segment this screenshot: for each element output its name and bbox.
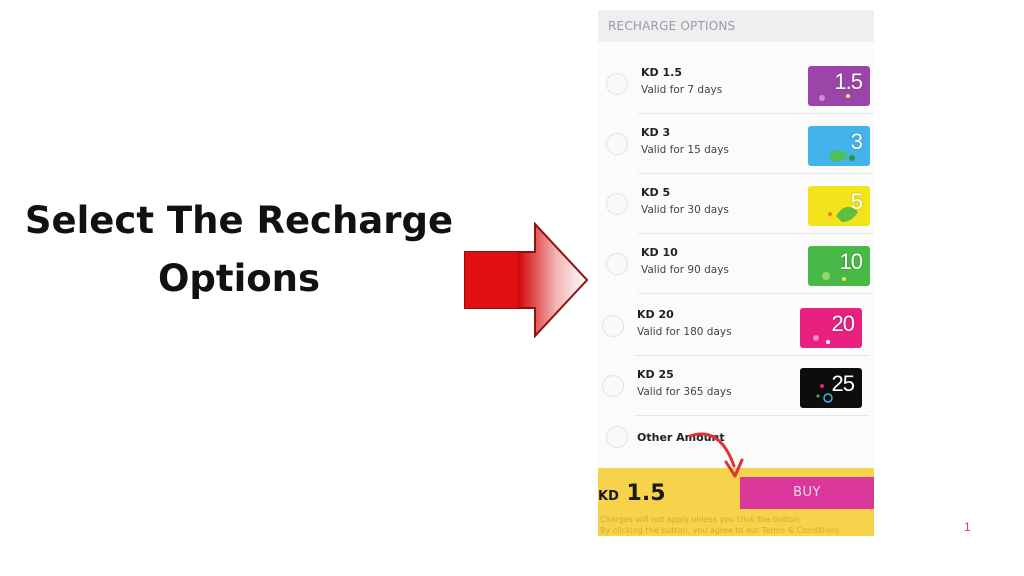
card-number: 5 [850,189,863,214]
radio-button[interactable] [606,426,628,448]
recharge-card-image: 3 [808,126,870,166]
section-header: RECHARGE OPTIONS [598,10,874,42]
card-number: 10 [839,249,864,274]
option-validity: Valid for 30 days [641,204,729,216]
card-number: 1.5 [834,69,863,94]
card-number: 3 [850,129,863,154]
option-kd-20[interactable]: KD 20 Valid for 180 days 20 [598,296,870,356]
option-title: KD 3 [641,126,671,139]
recharge-card-image: 25 [800,368,862,408]
option-kd-1-5[interactable]: KD 1.5 Valid for 7 days 1.5 [598,54,874,114]
radio-button[interactable] [602,375,624,397]
total-amount: KD 1.5 [598,481,666,506]
option-validity: Valid for 7 days [641,84,723,96]
radio-button[interactable] [602,315,624,337]
option-kd-25[interactable]: KD 25 Valid for 365 days 25 [598,356,870,416]
radio-button[interactable] [606,133,628,155]
page-number: 1 [964,520,971,534]
divider [638,293,874,294]
option-title: KD 1.5 [641,66,682,79]
curved-arrow-annotation [688,432,744,478]
option-validity: Valid for 90 days [641,264,729,276]
recharge-card-image: 1.5 [808,66,870,106]
option-title: KD 25 [637,368,674,381]
recharge-card-image: 10 [808,246,870,286]
option-title: KD 5 [641,186,671,199]
option-title: KD 10 [641,246,678,259]
option-kd-10[interactable]: KD 10 Valid for 90 days 10 [598,234,874,294]
recharge-card-image: 5 [808,186,870,226]
heading: Select The Recharge Options [0,192,478,308]
radio-button[interactable] [606,73,628,95]
option-kd-5[interactable]: KD 5 Valid for 30 days 5 [598,174,874,234]
option-title: KD 20 [637,308,674,321]
fine-print: By clicking the button, you agree to our… [600,526,840,535]
option-validity: Valid for 365 days [637,386,732,398]
divider [634,415,870,416]
card-number: 25 [831,371,856,396]
buy-button[interactable]: BUY [740,477,874,509]
card-number: 20 [831,311,856,336]
option-kd-3[interactable]: KD 3 Valid for 15 days 3 [598,114,874,174]
right-arrow-graphic [464,222,589,338]
radio-button[interactable] [606,253,628,275]
heading-line-1: Select The Recharge [24,199,454,242]
recharge-card-image: 20 [800,308,862,348]
total-value: 1.5 [626,481,666,506]
total-currency: KD [598,489,619,504]
radio-button[interactable] [606,193,628,215]
option-validity: Valid for 15 days [641,144,729,156]
fine-print: Charges will not apply unless you click … [600,515,800,524]
option-validity: Valid for 180 days [637,326,732,338]
heading-line-2: Options [157,257,321,300]
